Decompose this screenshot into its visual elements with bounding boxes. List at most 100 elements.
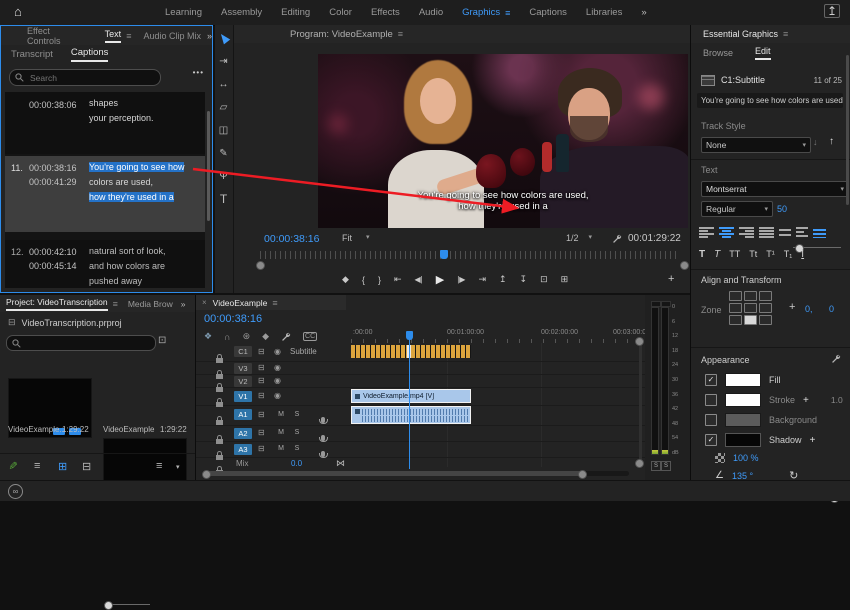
zone-cell[interactable] xyxy=(729,303,742,313)
track-label-a3[interactable]: A3 xyxy=(234,444,252,455)
workspace-tab-learning[interactable]: Learning xyxy=(165,7,202,18)
subtab-captions[interactable]: Captions xyxy=(71,47,109,62)
caption-search-input[interactable] xyxy=(9,69,161,86)
shadow-color-swatch[interactable] xyxy=(725,433,761,447)
stroke-color-swatch[interactable] xyxy=(725,393,761,407)
faux-bold-icon[interactable]: T xyxy=(699,249,705,260)
caption-more-options-button[interactable]: ••• xyxy=(193,68,204,77)
program-playhead[interactable] xyxy=(440,250,448,259)
track-eye-icon[interactable]: ◉ xyxy=(274,376,281,385)
keyframe-nav-icon[interactable]: ⋈ xyxy=(336,458,345,469)
captions-display-icon[interactable]: CC xyxy=(303,332,317,341)
scrubber-right-handle[interactable] xyxy=(680,261,689,270)
program-scrubber[interactable] xyxy=(260,251,680,259)
audio-clip-a1[interactable] xyxy=(351,406,471,424)
appearance-settings-wrench-icon[interactable] xyxy=(831,354,841,364)
track-label-c1[interactable]: C1 xyxy=(234,346,252,357)
project-search-input[interactable] xyxy=(6,335,156,351)
track-sync-icon[interactable]: ⊟ xyxy=(258,444,265,453)
subscript-icon[interactable]: T₁ xyxy=(784,249,793,259)
track-sync-icon[interactable]: ⊟ xyxy=(258,376,265,385)
solo-button[interactable]: S xyxy=(292,410,302,419)
font-size-slider[interactable] xyxy=(793,247,841,248)
pen-tool[interactable]: ✎ xyxy=(215,147,232,160)
zone-cell[interactable] xyxy=(759,303,772,313)
caption-list-scrollbar[interactable] xyxy=(207,111,210,221)
scrubber-left-handle[interactable] xyxy=(256,261,265,270)
program-resolution-select[interactable]: 1/2▾ xyxy=(566,233,592,243)
timeline-add-marker-icon[interactable]: ◆ xyxy=(262,331,269,342)
add-shadow-icon[interactable]: + xyxy=(810,435,816,446)
zoom-slider-knob[interactable] xyxy=(104,601,113,610)
esg-panel-menu-icon[interactable]: ≡ xyxy=(783,29,788,39)
play-button[interactable]: ▶ xyxy=(436,273,444,286)
h-scroll-right-knob[interactable] xyxy=(578,470,587,479)
track-sync-icon[interactable]: ⊟ xyxy=(258,363,265,372)
track-eye-icon[interactable]: ◉ xyxy=(274,391,281,400)
add-stroke-icon[interactable]: + xyxy=(803,395,809,406)
workspace-tab-libraries[interactable]: Libraries xyxy=(586,7,622,18)
workspace-tab-captions[interactable]: Captions xyxy=(529,7,567,18)
razor-tool[interactable]: ▱ xyxy=(215,101,232,114)
tab-audio-clip-mixer[interactable]: Audio Clip Mix xyxy=(143,31,201,41)
tab-text[interactable]: Text xyxy=(105,29,122,43)
timeline-settings-wrench-icon[interactable] xyxy=(281,332,291,342)
zone-cell[interactable] xyxy=(729,291,742,301)
timeline-timecode[interactable]: 00:00:38:16 xyxy=(204,313,262,325)
mute-button[interactable]: M xyxy=(276,428,286,437)
v-scroll-bottom-knob[interactable] xyxy=(635,459,644,468)
add-marker-button[interactable]: ◆ xyxy=(342,274,349,285)
selection-tool[interactable] xyxy=(215,33,232,47)
export-frame-camera-button[interactable]: ⊡ xyxy=(540,274,548,285)
style-save-icon[interactable]: ↑ xyxy=(829,136,834,147)
workspace-overflow-icon[interactable]: » xyxy=(641,7,646,18)
step-back-button[interactable]: ◀| xyxy=(415,275,423,284)
timeline-tab-close-icon[interactable]: × xyxy=(202,298,207,307)
lift-button[interactable]: ↥ xyxy=(499,274,507,285)
linked-selection-icon[interactable]: ⊛ xyxy=(243,331,251,342)
stroke-width-value[interactable]: 1.0 xyxy=(831,395,843,405)
freeform-view-button[interactable]: ⊟ xyxy=(82,460,91,473)
track-sync-icon[interactable]: ⊟ xyxy=(258,410,265,419)
zone-cell[interactable] xyxy=(744,291,757,301)
timeline-h-scrollbar[interactable] xyxy=(204,471,629,476)
zone-cell[interactable] xyxy=(744,315,757,325)
track-select-forward-tool[interactable]: ⇥ xyxy=(215,55,232,68)
background-color-swatch[interactable] xyxy=(725,413,761,427)
sort-chevron-icon[interactable]: ▾ xyxy=(176,463,180,471)
project-item-name[interactable]: VideoExample xyxy=(103,425,154,434)
h-scroll-left-knob[interactable] xyxy=(202,470,211,479)
space-before-icon[interactable] xyxy=(796,227,808,238)
track-eye-icon[interactable]: ◉ xyxy=(274,363,281,372)
fill-checkbox[interactable]: ✓ xyxy=(705,374,717,386)
hand-tool[interactable]: Ψ xyxy=(215,170,232,183)
meter-solo-right-button[interactable]: S xyxy=(661,461,671,471)
leading-icon[interactable] xyxy=(813,227,826,238)
tab-media-browser[interactable]: Media Brow xyxy=(128,299,173,309)
ripple-edit-tool[interactable]: ↔ xyxy=(215,78,232,91)
subtitle-caption-blocks[interactable] xyxy=(351,345,471,358)
tab-effect-controls[interactable]: Effect Controls xyxy=(27,26,83,46)
workspace-tab-color[interactable]: Color xyxy=(329,7,352,18)
stroke-checkbox[interactable] xyxy=(705,394,717,406)
track-sync-icon[interactable]: ⊟ xyxy=(258,347,265,356)
project-writable-pen-icon[interactable]: ✎ xyxy=(6,461,19,470)
workspace-tab-audio[interactable]: Audio xyxy=(419,7,443,18)
creative-cloud-sync-icon[interactable]: ∞ xyxy=(8,484,23,499)
track-label-a1[interactable]: A1 xyxy=(234,409,252,420)
project-item-name[interactable]: VideoExample... xyxy=(8,425,66,434)
comparison-view-button[interactable]: ⊞ xyxy=(561,274,569,285)
snap-magnet-icon[interactable]: ∩ xyxy=(224,332,231,342)
align-right-icon[interactable] xyxy=(739,227,754,238)
mix-gain-value[interactable]: 0.0 xyxy=(291,459,302,468)
font-family-select[interactable]: Montserrat▾ xyxy=(701,181,849,197)
solo-button[interactable]: S xyxy=(292,428,302,437)
position-move-icon[interactable]: + xyxy=(789,301,795,313)
all-caps-icon[interactable]: TT xyxy=(729,249,740,259)
caption-row-11-selected[interactable]: 11. 00:00:38:16 00:00:41:29 You're going… xyxy=(5,156,205,232)
font-style-select[interactable]: Regular▾ xyxy=(701,201,773,217)
track-sync-icon[interactable]: ⊟ xyxy=(258,428,265,437)
go-to-out-button[interactable]: ⇥ xyxy=(478,274,486,285)
list-view-button[interactable]: ≡ xyxy=(34,460,40,472)
shadow-opacity-value[interactable]: 100 % xyxy=(733,453,759,463)
